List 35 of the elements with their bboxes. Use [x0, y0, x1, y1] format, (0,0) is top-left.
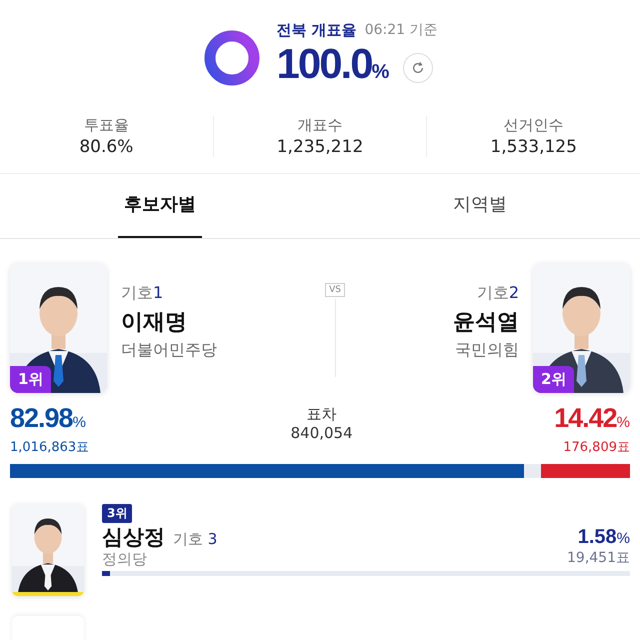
stat-value: 1,533,125 [490, 137, 577, 157]
ballot-number: 기호1 [121, 283, 164, 304]
rank-badge: 1위 [10, 366, 52, 393]
rank-badge: 2위 [533, 366, 574, 393]
stat-label: 선거인수 [504, 116, 564, 135]
update-time: 06:21 기준 [364, 21, 438, 39]
party-name: 더불어민주당 [121, 340, 217, 361]
stat-value: 80.6% [79, 137, 134, 157]
ballot-number: 기호2 [476, 283, 519, 304]
vote-gap-value: 840,054 [290, 424, 353, 442]
party-name: 정의당 [102, 551, 147, 567]
progress-ring [202, 28, 262, 88]
vote-count: 19,451표 [567, 549, 630, 567]
vote-percentage: 1.58% [578, 526, 630, 549]
vote-percentage: 82.98% [10, 403, 87, 435]
candidate-name: 윤석열 [453, 309, 519, 337]
count-rate: 100.0% [276, 40, 390, 88]
vs-badge: VS [325, 283, 345, 297]
vote-gap-label: 표차 [306, 405, 337, 424]
ballot-number: 기호 3 [173, 530, 218, 549]
vote-count: 1,016,863표 [10, 439, 90, 456]
stat-value: 1,235,212 [276, 137, 364, 157]
refresh-icon [411, 60, 426, 74]
vote-count: 176,809표 [563, 439, 630, 456]
candidate-name: 심상정 [102, 524, 165, 551]
stat-label: 투표율 [84, 116, 129, 135]
tab[interactable]: 후보자별 [118, 174, 202, 238]
tab[interactable]: 지역별 [447, 174, 513, 238]
stat-label: 개표수 [298, 116, 342, 135]
candidate-name: 이재명 [121, 309, 188, 337]
count-rate-title: 전북 개표율 [276, 20, 357, 40]
party-name: 국민의힘 [455, 340, 519, 361]
vote-percentage: 14.42% [554, 403, 630, 435]
rank-badge: 3위 [102, 504, 132, 523]
refresh-button[interactable] [403, 52, 434, 82]
